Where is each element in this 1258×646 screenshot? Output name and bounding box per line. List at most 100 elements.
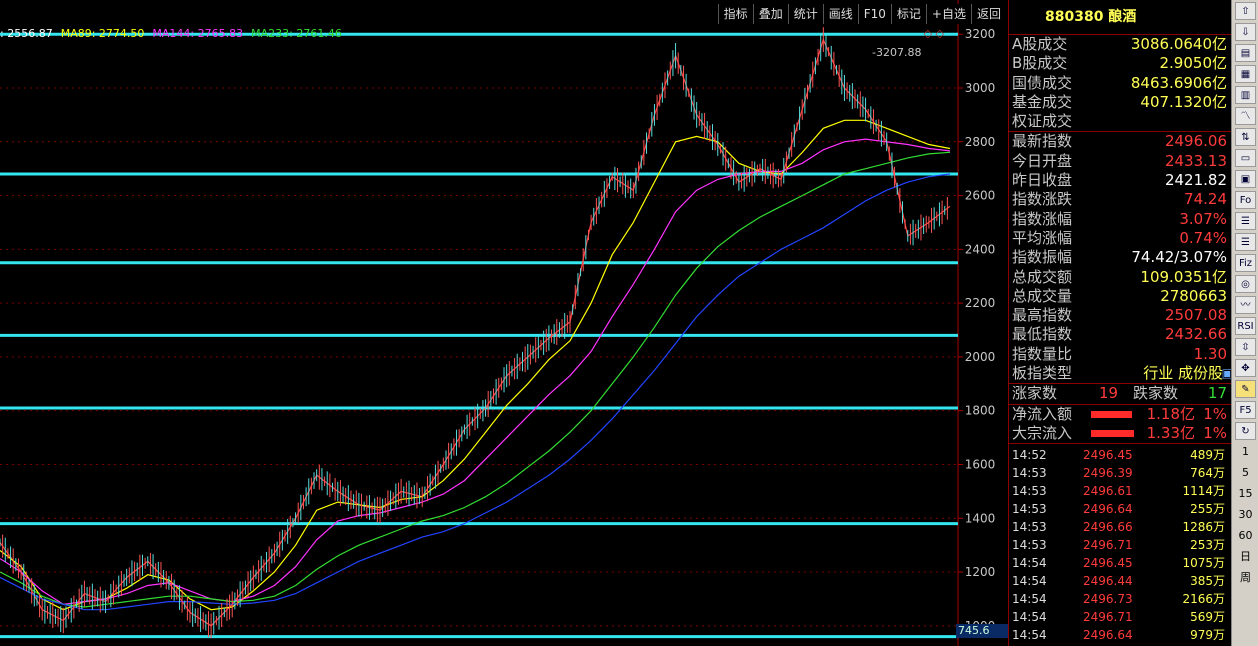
tick-time: 14:53 <box>1012 484 1047 499</box>
down-count-value: 17 <box>1207 384 1227 403</box>
stat-label: 指数涨跌 <box>1012 190 1073 209</box>
stat-label: 总成交额 <box>1012 267 1073 286</box>
stat-row: 最新指数 2496.06 <box>1009 132 1231 151</box>
tick-row[interactable]: 14:54 2496.45 1075万 <box>1009 554 1231 572</box>
tick-list[interactable]: 14:52 2496.45 489万 14:53 2496.39 764万 14:53 249… <box>1009 444 1231 644</box>
stat-label: 权证成交 <box>1012 112 1073 131</box>
right-tool-17[interactable]: ✥ <box>1235 359 1256 377</box>
stat-row: 指数量比 1.30 <box>1009 345 1231 364</box>
stat-value: 2507.08 <box>1164 306 1227 325</box>
tick-row[interactable]: 14:53 2496.64 255万 <box>1009 500 1231 518</box>
right-tool-16[interactable]: ⇳ <box>1235 338 1256 356</box>
tick-row[interactable]: 14:54 2496.73 2166万 <box>1009 590 1231 608</box>
right-tool-6[interactable]: ⇅ <box>1235 128 1256 146</box>
stat-row: A股成交 3086.0640亿 <box>1009 35 1231 54</box>
right-tool-4[interactable]: ▥ <box>1235 86 1256 104</box>
ma-legend-item: MA89: 2774.50 <box>60 27 145 40</box>
flow-value: 1.18亿 <box>1146 404 1195 423</box>
tick-price: 2496.45 <box>1083 556 1133 571</box>
tick-row[interactable]: 14:54 2496.44 385万 <box>1009 572 1231 590</box>
stat-label: B股成交 <box>1012 54 1068 73</box>
stat-row: 基金成交 407.1320亿 <box>1009 93 1231 112</box>
stat-label: A股成交 <box>1012 35 1068 53</box>
tick-time: 14:54 <box>1012 628 1047 643</box>
right-tool-3[interactable]: ▦ <box>1235 65 1256 83</box>
stat-row: 板指类型 行业 成份股 ▣ <box>1009 364 1233 383</box>
right-tool-23[interactable]: 15 <box>1235 485 1256 503</box>
tick-row[interactable]: 14:52 2496.45 489万 <box>1009 446 1231 464</box>
stat-label: 指数涨幅 <box>1012 209 1073 228</box>
right-tool-1[interactable]: ⇩ <box>1235 23 1256 41</box>
flow-row: 大宗流入 1.33亿 1% <box>1009 424 1231 443</box>
tick-volume: 764万 <box>1190 466 1225 481</box>
stat-label: 最高指数 <box>1012 306 1073 325</box>
right-tool-9[interactable]: Fo <box>1235 191 1256 209</box>
right-tool-12[interactable]: Fiz <box>1235 254 1256 272</box>
kline-chart[interactable]: 1000120014001600180020002200240026002800… <box>0 0 1008 646</box>
tick-volume: 255万 <box>1190 502 1225 517</box>
ma-series-line <box>0 37 951 627</box>
right-tool-24[interactable]: 30 <box>1235 506 1256 524</box>
right-tool-11[interactable]: ☰ <box>1235 233 1256 251</box>
tick-row[interactable]: 14:53 2496.39 764万 <box>1009 464 1231 482</box>
toolbar-button-4[interactable]: F10 <box>857 4 891 24</box>
y-tick-label: 1200 <box>965 565 996 579</box>
stat-value: 74.42/3.07% <box>1131 248 1227 267</box>
right-tool-26[interactable]: 日 <box>1235 548 1256 566</box>
right-tool-2[interactable]: ▤ <box>1235 44 1256 62</box>
toolbar-button-1[interactable]: 叠加 <box>752 4 788 24</box>
tick-time: 14:53 <box>1012 502 1047 517</box>
tick-price: 2496.64 <box>1083 502 1133 517</box>
ma-series-line <box>0 138 951 605</box>
chart-toolbar: 指标 叠加 统计 画线 F10 标记 +自选 返回 <box>717 4 1006 24</box>
right-tool-25[interactable]: 60 <box>1235 527 1256 545</box>
toolbar-button-6[interactable]: +自选 <box>925 4 971 24</box>
fund-flow-section: 净流入额 1.18亿 1% 大宗流入 1.33亿 1% <box>1009 405 1231 445</box>
right-tool-19[interactable]: F5 <box>1235 401 1256 419</box>
ma-legend-item: : 2556.87 <box>0 27 53 40</box>
right-tool-21[interactable]: 1 <box>1235 443 1256 461</box>
tick-time: 14:53 <box>1012 466 1047 481</box>
right-tool-10[interactable]: ☰ <box>1235 212 1256 230</box>
y-tick-label: 1800 <box>965 404 996 418</box>
ma-series-line <box>0 173 951 611</box>
right-tool-20[interactable]: ↻ <box>1235 422 1256 440</box>
tick-time: 14:53 <box>1012 538 1047 553</box>
toolbar-button-7[interactable]: 返回 <box>970 4 1006 24</box>
stat-row: 最高指数 2507.08 <box>1009 306 1231 325</box>
right-tool-14[interactable]: 〰 <box>1235 296 1256 314</box>
right-tool-13[interactable]: ◎ <box>1235 275 1256 293</box>
tick-time: 14:54 <box>1012 610 1047 625</box>
tick-volume: 2166万 <box>1182 592 1225 607</box>
stat-row: 今日开盘 2433.13 <box>1009 152 1231 171</box>
right-tool-8[interactable]: ▣ <box>1235 170 1256 188</box>
stat-value: 行业 成份股 <box>1143 364 1223 383</box>
tick-row[interactable]: 14:53 2496.71 253万 <box>1009 536 1231 554</box>
tick-row[interactable]: 14:53 2496.66 1286万 <box>1009 518 1231 536</box>
tick-time: 14:52 <box>1012 448 1047 463</box>
chart-canvas[interactable]: 1000120014001600180020002200240026002800… <box>0 0 1008 646</box>
tick-row[interactable]: 14:53 2496.61 1114万 <box>1009 482 1231 500</box>
stat-label: 昨日收盘 <box>1012 171 1073 190</box>
toolbar-button-0[interactable]: 指标 <box>717 4 753 24</box>
right-tool-5[interactable]: 〽 <box>1235 107 1256 125</box>
right-tool-0[interactable]: ⇧ <box>1235 2 1256 20</box>
right-tool-18[interactable]: ✎ <box>1235 380 1256 398</box>
ma-series-line <box>0 119 951 611</box>
toolbar-button-5[interactable]: 标记 <box>890 4 926 24</box>
stat-row: B股成交 2.9050亿 <box>1009 54 1231 73</box>
right-tool-22[interactable]: 5 <box>1235 464 1256 482</box>
y-tick-label: 3000 <box>965 81 996 95</box>
diamond-icon[interactable]: ◇ ◇ <box>924 27 944 40</box>
toolbar-button-3[interactable]: 画线 <box>822 4 858 24</box>
y-tick-label: 2200 <box>965 296 996 310</box>
right-tool-7[interactable]: ▭ <box>1235 149 1256 167</box>
right-tool-15[interactable]: RSI <box>1235 317 1256 335</box>
market-volume-section: A股成交 3086.0640亿 B股成交 2.9050亿 国债成交 8463.6906亿基… <box>1009 35 1231 133</box>
tick-time: 14:53 <box>1012 520 1047 535</box>
tick-volume: 489万 <box>1190 448 1225 463</box>
toolbar-button-2[interactable]: 统计 <box>787 4 823 24</box>
tick-row[interactable]: 14:54 2496.64 979万 <box>1009 626 1231 644</box>
tick-row[interactable]: 14:54 2496.71 569万 <box>1009 608 1231 626</box>
right-tool-27[interactable]: 周 <box>1235 569 1256 587</box>
